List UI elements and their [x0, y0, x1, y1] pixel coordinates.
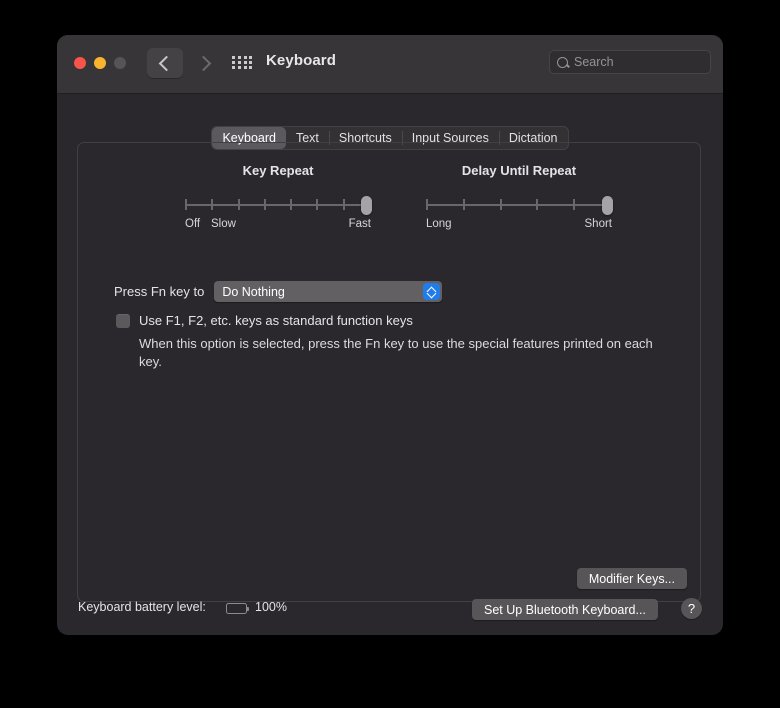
delay-until-repeat-knob[interactable] [602, 196, 613, 215]
chevron-up-down-icon[interactable] [423, 283, 440, 300]
search-icon [557, 57, 568, 68]
delay-until-repeat-title: Delay Until Repeat [426, 163, 612, 178]
press-fn-key-popup[interactable]: Do Nothing [214, 281, 442, 302]
back-button[interactable] [147, 48, 183, 78]
keyboard-preferences-window: Keyboard Search Keyboard Text Shortcuts … [57, 35, 723, 635]
battery-full-icon [226, 603, 247, 614]
standard-function-keys-checkbox[interactable] [116, 314, 130, 328]
delay-until-repeat-ticks [426, 199, 612, 210]
traffic-lights [74, 57, 126, 69]
press-fn-key-value: Do Nothing [214, 285, 285, 299]
window-titlebar: Keyboard Search [57, 35, 723, 94]
zoom-button[interactable] [114, 57, 126, 69]
key-repeat-knob[interactable] [361, 196, 372, 215]
show-all-grid-icon[interactable] [232, 56, 253, 69]
keyboard-settings-panel: Key Repeat Off Slow Fast Delay Until Rep… [77, 142, 701, 602]
page-title: Keyboard [266, 52, 336, 69]
key-repeat-label-slow: Slow [211, 218, 236, 230]
battery-level-value: 100% [255, 600, 287, 614]
key-repeat-label-fast: Fast [349, 218, 371, 230]
key-repeat-slider[interactable] [185, 194, 371, 216]
key-repeat-ticks [185, 199, 371, 210]
chevron-left-icon [159, 55, 175, 71]
delay-until-repeat-group: Delay Until Repeat Long Short [426, 163, 612, 234]
window-body: Keyboard Text Shortcuts Input Sources Di… [57, 94, 723, 635]
delay-until-repeat-labels: Long Short [426, 218, 612, 234]
standard-function-keys-label: Use F1, F2, etc. keys as standard functi… [139, 313, 413, 329]
key-repeat-group: Key Repeat Off Slow Fast [185, 163, 371, 234]
set-up-bluetooth-keyboard-button[interactable]: Set Up Bluetooth Keyboard... [472, 599, 658, 620]
key-repeat-label-off: Off [185, 218, 200, 230]
minimize-button[interactable] [94, 57, 106, 69]
forward-button[interactable] [187, 48, 223, 78]
key-repeat-title: Key Repeat [185, 163, 371, 178]
delay-label-long: Long [426, 218, 452, 230]
battery-level-label: Keyboard battery level: [78, 600, 206, 614]
search-placeholder: Search [574, 55, 614, 69]
standard-function-keys-row[interactable]: Use F1, F2, etc. keys as standard functi… [116, 313, 413, 329]
chevron-right-icon [196, 55, 212, 71]
search-field[interactable]: Search [549, 50, 711, 74]
delay-label-short: Short [585, 218, 613, 230]
key-repeat-labels: Off Slow Fast [185, 218, 371, 234]
help-button[interactable]: ? [681, 598, 702, 619]
delay-until-repeat-slider[interactable] [426, 194, 612, 216]
close-button[interactable] [74, 57, 86, 69]
standard-function-keys-help-text: When this option is selected, press the … [139, 335, 659, 370]
window-bottom-bar: Keyboard battery level: 100% Set Up Blue… [57, 578, 723, 635]
press-fn-key-row: Press Fn key to Do Nothing [114, 281, 442, 302]
press-fn-key-label: Press Fn key to [114, 284, 204, 299]
